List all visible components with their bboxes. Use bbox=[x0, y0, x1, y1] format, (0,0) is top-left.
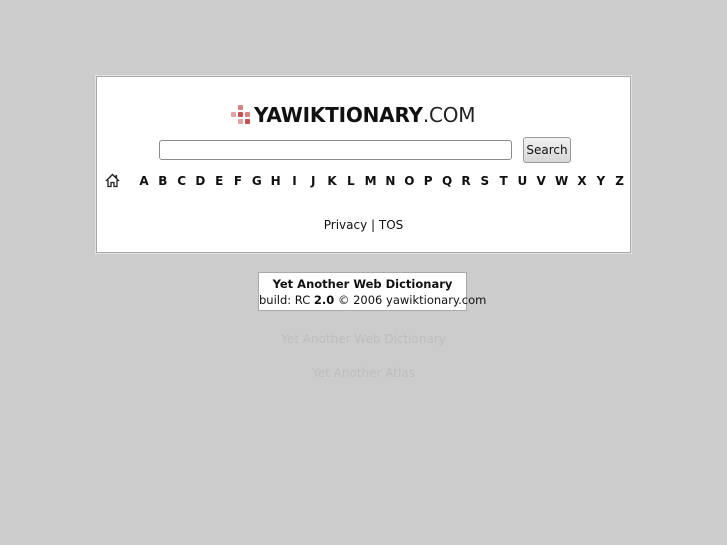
letter-link-r[interactable]: R bbox=[461, 174, 471, 188]
letter-link-w[interactable]: W bbox=[555, 174, 568, 188]
letter-link-c[interactable]: C bbox=[177, 174, 187, 188]
related-link-atlas[interactable]: Yet Another Atlas bbox=[0, 366, 727, 380]
build-prefix: build: RC bbox=[259, 293, 314, 307]
build-copyright: © 2006 yawiktionary.com bbox=[334, 293, 487, 307]
main-panel: YAWIKTIONARY.COM Search ABCDEFGHIJKLMNOP… bbox=[96, 76, 631, 253]
letter-link-k[interactable]: K bbox=[327, 174, 337, 188]
logo-tld: .COM bbox=[422, 103, 476, 127]
build-info: build: RC 2.0 © 2006 yawiktionary.com bbox=[259, 292, 486, 309]
letter-link-u[interactable]: U bbox=[517, 174, 528, 188]
alphabet-nav: ABCDEFGHIJKLMNOPQRSTUVWXYZ bbox=[139, 174, 625, 188]
logo-brand: YAWIKTIONARY bbox=[254, 103, 423, 127]
privacy-link[interactable]: Privacy bbox=[324, 218, 367, 232]
letter-link-a[interactable]: A bbox=[139, 174, 149, 188]
letter-link-b[interactable]: B bbox=[158, 174, 168, 188]
letter-link-q[interactable]: Q bbox=[442, 174, 452, 188]
letter-link-s[interactable]: S bbox=[480, 174, 490, 188]
letter-link-h[interactable]: H bbox=[271, 174, 281, 188]
related-link-dictionary[interactable]: Yet Another Web Dictionary bbox=[0, 332, 727, 346]
site-logo[interactable]: YAWIKTIONARY.COM bbox=[231, 102, 476, 128]
letter-link-m[interactable]: M bbox=[365, 174, 377, 188]
letter-link-p[interactable]: P bbox=[423, 174, 433, 188]
info-title: Yet Another Web Dictionary bbox=[272, 277, 453, 291]
tos-link[interactable]: TOS bbox=[379, 218, 403, 232]
letter-link-e[interactable]: E bbox=[214, 174, 224, 188]
letter-link-n[interactable]: N bbox=[385, 174, 395, 188]
letter-link-j[interactable]: J bbox=[308, 174, 318, 188]
info-box: Yet Another Web Dictionary build: RC 2.0… bbox=[258, 272, 486, 311]
letter-link-l[interactable]: L bbox=[346, 174, 356, 188]
letter-link-v[interactable]: V bbox=[536, 174, 546, 188]
letter-link-g[interactable]: G bbox=[252, 174, 262, 188]
red-dots-icon bbox=[231, 105, 251, 125]
letter-link-o[interactable]: O bbox=[404, 174, 414, 188]
letter-link-t[interactable]: T bbox=[499, 174, 509, 188]
letter-link-x[interactable]: X bbox=[577, 174, 587, 188]
letter-link-d[interactable]: D bbox=[195, 174, 205, 188]
logo-text: YAWIKTIONARY.COM bbox=[254, 103, 476, 127]
footer-links: Privacy | TOS bbox=[97, 218, 630, 232]
letter-link-z[interactable]: Z bbox=[615, 174, 625, 188]
build-version: 2.0 bbox=[313, 293, 335, 307]
footer-separator: | bbox=[367, 218, 379, 232]
search-button[interactable]: Search bbox=[523, 137, 571, 163]
letter-link-i[interactable]: I bbox=[289, 174, 299, 188]
letter-link-f[interactable]: F bbox=[233, 174, 243, 188]
letter-link-y[interactable]: Y bbox=[596, 174, 606, 188]
home-icon[interactable] bbox=[105, 173, 120, 188]
search-input[interactable] bbox=[159, 140, 512, 160]
